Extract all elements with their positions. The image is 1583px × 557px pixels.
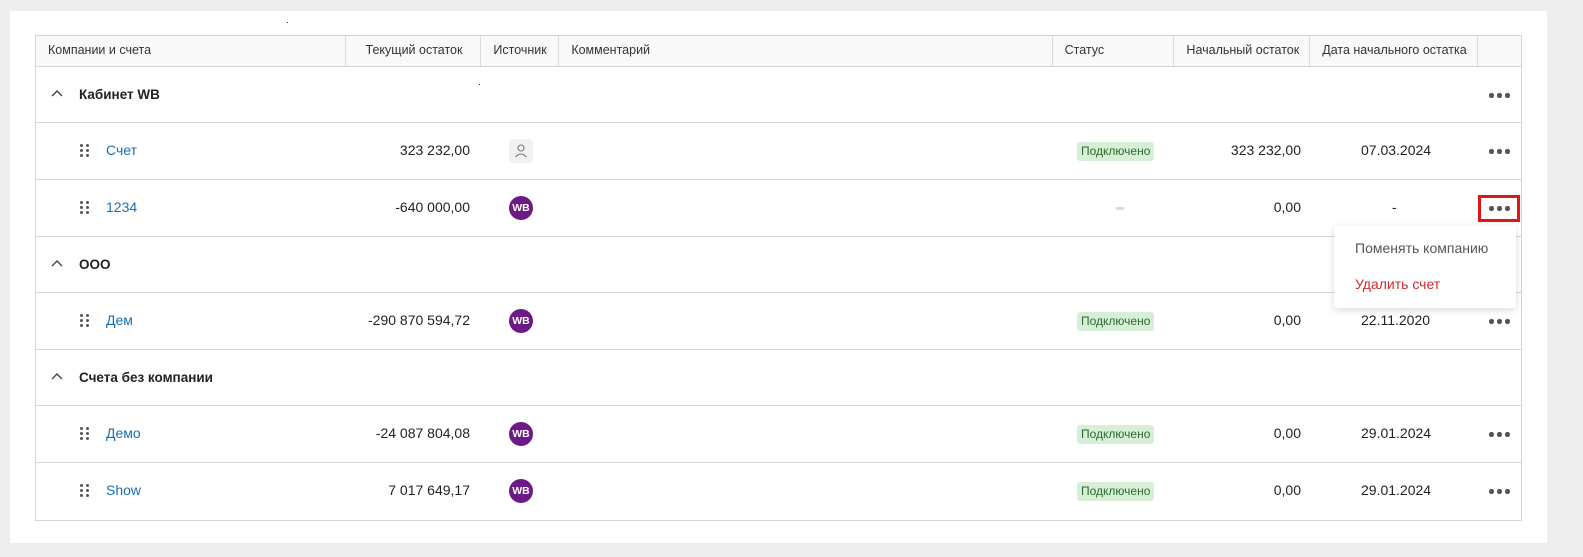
- wb-source-icon: WB: [509, 479, 533, 503]
- status-loading: [1116, 207, 1124, 210]
- account-name-link[interactable]: Демо: [106, 425, 141, 441]
- more-actions-icon[interactable]: [1478, 195, 1520, 222]
- account-name-link[interactable]: 1234: [106, 199, 137, 215]
- wb-source-icon: WB: [509, 196, 533, 220]
- group-title: ООО: [79, 257, 111, 272]
- table-row: Счет 323 232,00 Подключено 323 232,00 07.03.…: [36, 123, 1521, 180]
- status-badge: Подключено: [1077, 482, 1155, 501]
- more-actions-icon[interactable]: [1489, 93, 1510, 98]
- col-status[interactable]: Статус: [1053, 36, 1175, 66]
- account-name-link[interactable]: Дем: [106, 312, 133, 328]
- chevron-up-icon[interactable]: [50, 87, 64, 101]
- col-companies[interactable]: Компании и счета: [36, 36, 346, 66]
- account-name-link[interactable]: Show: [106, 482, 141, 498]
- col-balance[interactable]: Текущий остаток: [346, 36, 482, 66]
- context-menu: Поменять компанию Удалить счет: [1334, 226, 1516, 308]
- table-row: 1234 -640 000,00 WB 0,00 -: [36, 180, 1521, 237]
- initial-balance-date: 22.11.2020: [1361, 312, 1431, 328]
- change-company-item[interactable]: Поменять компанию: [1334, 240, 1488, 256]
- initial-balance: 0,00: [1273, 199, 1301, 215]
- drag-handle-icon[interactable]: [80, 484, 90, 498]
- more-actions-icon[interactable]: [1489, 149, 1510, 154]
- group-title: Счета без компании: [79, 370, 213, 385]
- wb-source-icon: WB: [509, 422, 533, 446]
- group-header: ООО: [36, 237, 1521, 293]
- more-actions-icon[interactable]: [1489, 432, 1510, 437]
- initial-balance: 0,00: [1273, 482, 1301, 498]
- account-name-link[interactable]: Счет: [106, 142, 137, 158]
- initial-balance: 0,00: [1273, 425, 1301, 441]
- drag-handle-icon[interactable]: [80, 201, 90, 215]
- current-balance: -290 870 594,72: [368, 312, 470, 328]
- status-badge: Подключено: [1077, 425, 1155, 444]
- more-actions-icon[interactable]: [1489, 489, 1510, 494]
- col-initial[interactable]: Начальный остаток: [1174, 36, 1311, 66]
- table-row: Show 7 017 649,17 WB Подключено 0,00 29.01.20…: [36, 463, 1521, 520]
- table-row: Демо -24 087 804,08 WB Подключено 0,00 29.01.…: [36, 406, 1521, 463]
- drag-handle-icon[interactable]: [80, 427, 90, 441]
- accounts-table: Компании и счета Текущий остаток Источни…: [35, 35, 1522, 521]
- group-header: Кабинет WB: [36, 67, 1521, 123]
- table-body: Кабинет WB Счет 323 232,00 Подключено 323 23…: [36, 67, 1521, 520]
- stray-dot: [287, 22, 288, 23]
- current-balance: 323 232,00: [399, 142, 470, 158]
- current-balance: -24 087 804,08: [375, 425, 470, 441]
- initial-balance-date: 07.03.2024: [1361, 142, 1432, 158]
- current-balance: -640 000,00: [395, 199, 470, 215]
- group-title: Кабинет WB: [79, 87, 160, 102]
- wb-source-icon: WB: [509, 309, 533, 333]
- table-header: Компании и счета Текущий остаток Источни…: [36, 36, 1521, 67]
- drag-handle-icon[interactable]: [80, 314, 90, 328]
- status-badge: Подключено: [1077, 312, 1155, 331]
- more-actions-icon[interactable]: [1489, 319, 1510, 324]
- drag-handle-icon[interactable]: [80, 144, 90, 158]
- delete-account-item[interactable]: Удалить счет: [1334, 276, 1440, 292]
- col-source[interactable]: Источник: [481, 36, 560, 66]
- table-row: Дем -290 870 594,72 WB Подключено 0,00 22.11.…: [36, 293, 1521, 350]
- col-actions: [1478, 36, 1521, 66]
- chevron-up-icon[interactable]: [50, 370, 64, 384]
- status-badge: Подключено: [1077, 142, 1155, 161]
- col-date[interactable]: Дата начального остатка: [1310, 36, 1479, 66]
- initial-balance-date: -: [1392, 199, 1397, 215]
- group-header: Счета без компании: [36, 350, 1521, 406]
- current-balance: 7 017 649,17: [388, 482, 470, 498]
- initial-balance-date: 29.01.2024: [1361, 482, 1432, 498]
- col-comment[interactable]: Комментарий: [559, 36, 1053, 66]
- initial-balance: 323 232,00: [1230, 142, 1301, 158]
- initial-balance: 0,00: [1273, 312, 1301, 328]
- initial-balance-date: 29.01.2024: [1361, 425, 1432, 441]
- user-icon: [509, 139, 533, 163]
- chevron-up-icon[interactable]: [50, 257, 64, 271]
